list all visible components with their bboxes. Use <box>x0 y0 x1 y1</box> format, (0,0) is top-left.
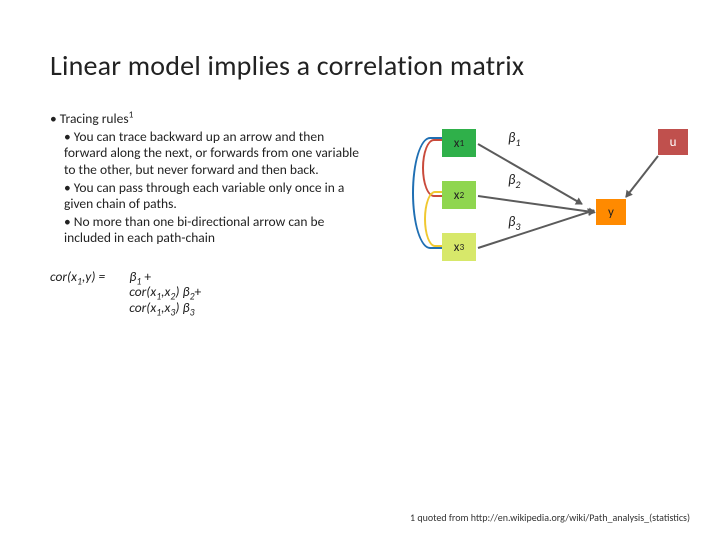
bullet-item: You can pass through each variable only … <box>64 180 360 212</box>
arrow-u-y <box>625 155 659 197</box>
node-x3: x3 <box>442 233 476 261</box>
beta-2-label: β2 <box>508 171 521 188</box>
node-x1: x1 <box>442 129 476 157</box>
bullet-item: You can trace backward up an arrow and t… <box>64 129 360 178</box>
bullet-item: No more than one bi-directional arrow ca… <box>64 214 360 246</box>
footnote: 1 quoted from http://en.wikipedia.org/wi… <box>410 511 690 524</box>
node-y: y <box>596 199 626 225</box>
bullet-heading-sup: 1 <box>129 109 134 121</box>
arrow-x1-y <box>478 143 583 205</box>
beta-1-label: β1 <box>508 129 521 146</box>
content-row: Tracing rules1 You can trace backward up… <box>50 111 680 331</box>
node-u: u <box>658 129 688 155</box>
path-diagram: x1 x2 x3 y u β1 β2 β3 <box>380 111 680 331</box>
page-title: Linear model implies a correlation matri… <box>50 48 680 83</box>
bullet-column: Tracing rules1 You can trace backward up… <box>50 111 360 331</box>
equation-rhs: β1 + cor(x1,x2) β2+ cor(x1,x3) β3 <box>129 269 201 316</box>
beta-3-label: β3 <box>508 213 521 230</box>
node-x2: x2 <box>442 181 476 209</box>
equation-lhs: cor(x1,y) = <box>50 269 105 316</box>
equation: cor(x1,y) = β1 + cor(x1,x2) β2+ cor(x1,x… <box>50 269 360 316</box>
bullet-heading: Tracing rules1 You can trace backward up… <box>50 111 360 247</box>
arrow-x3-y <box>478 209 595 249</box>
bullet-heading-text: Tracing rules <box>60 110 129 127</box>
